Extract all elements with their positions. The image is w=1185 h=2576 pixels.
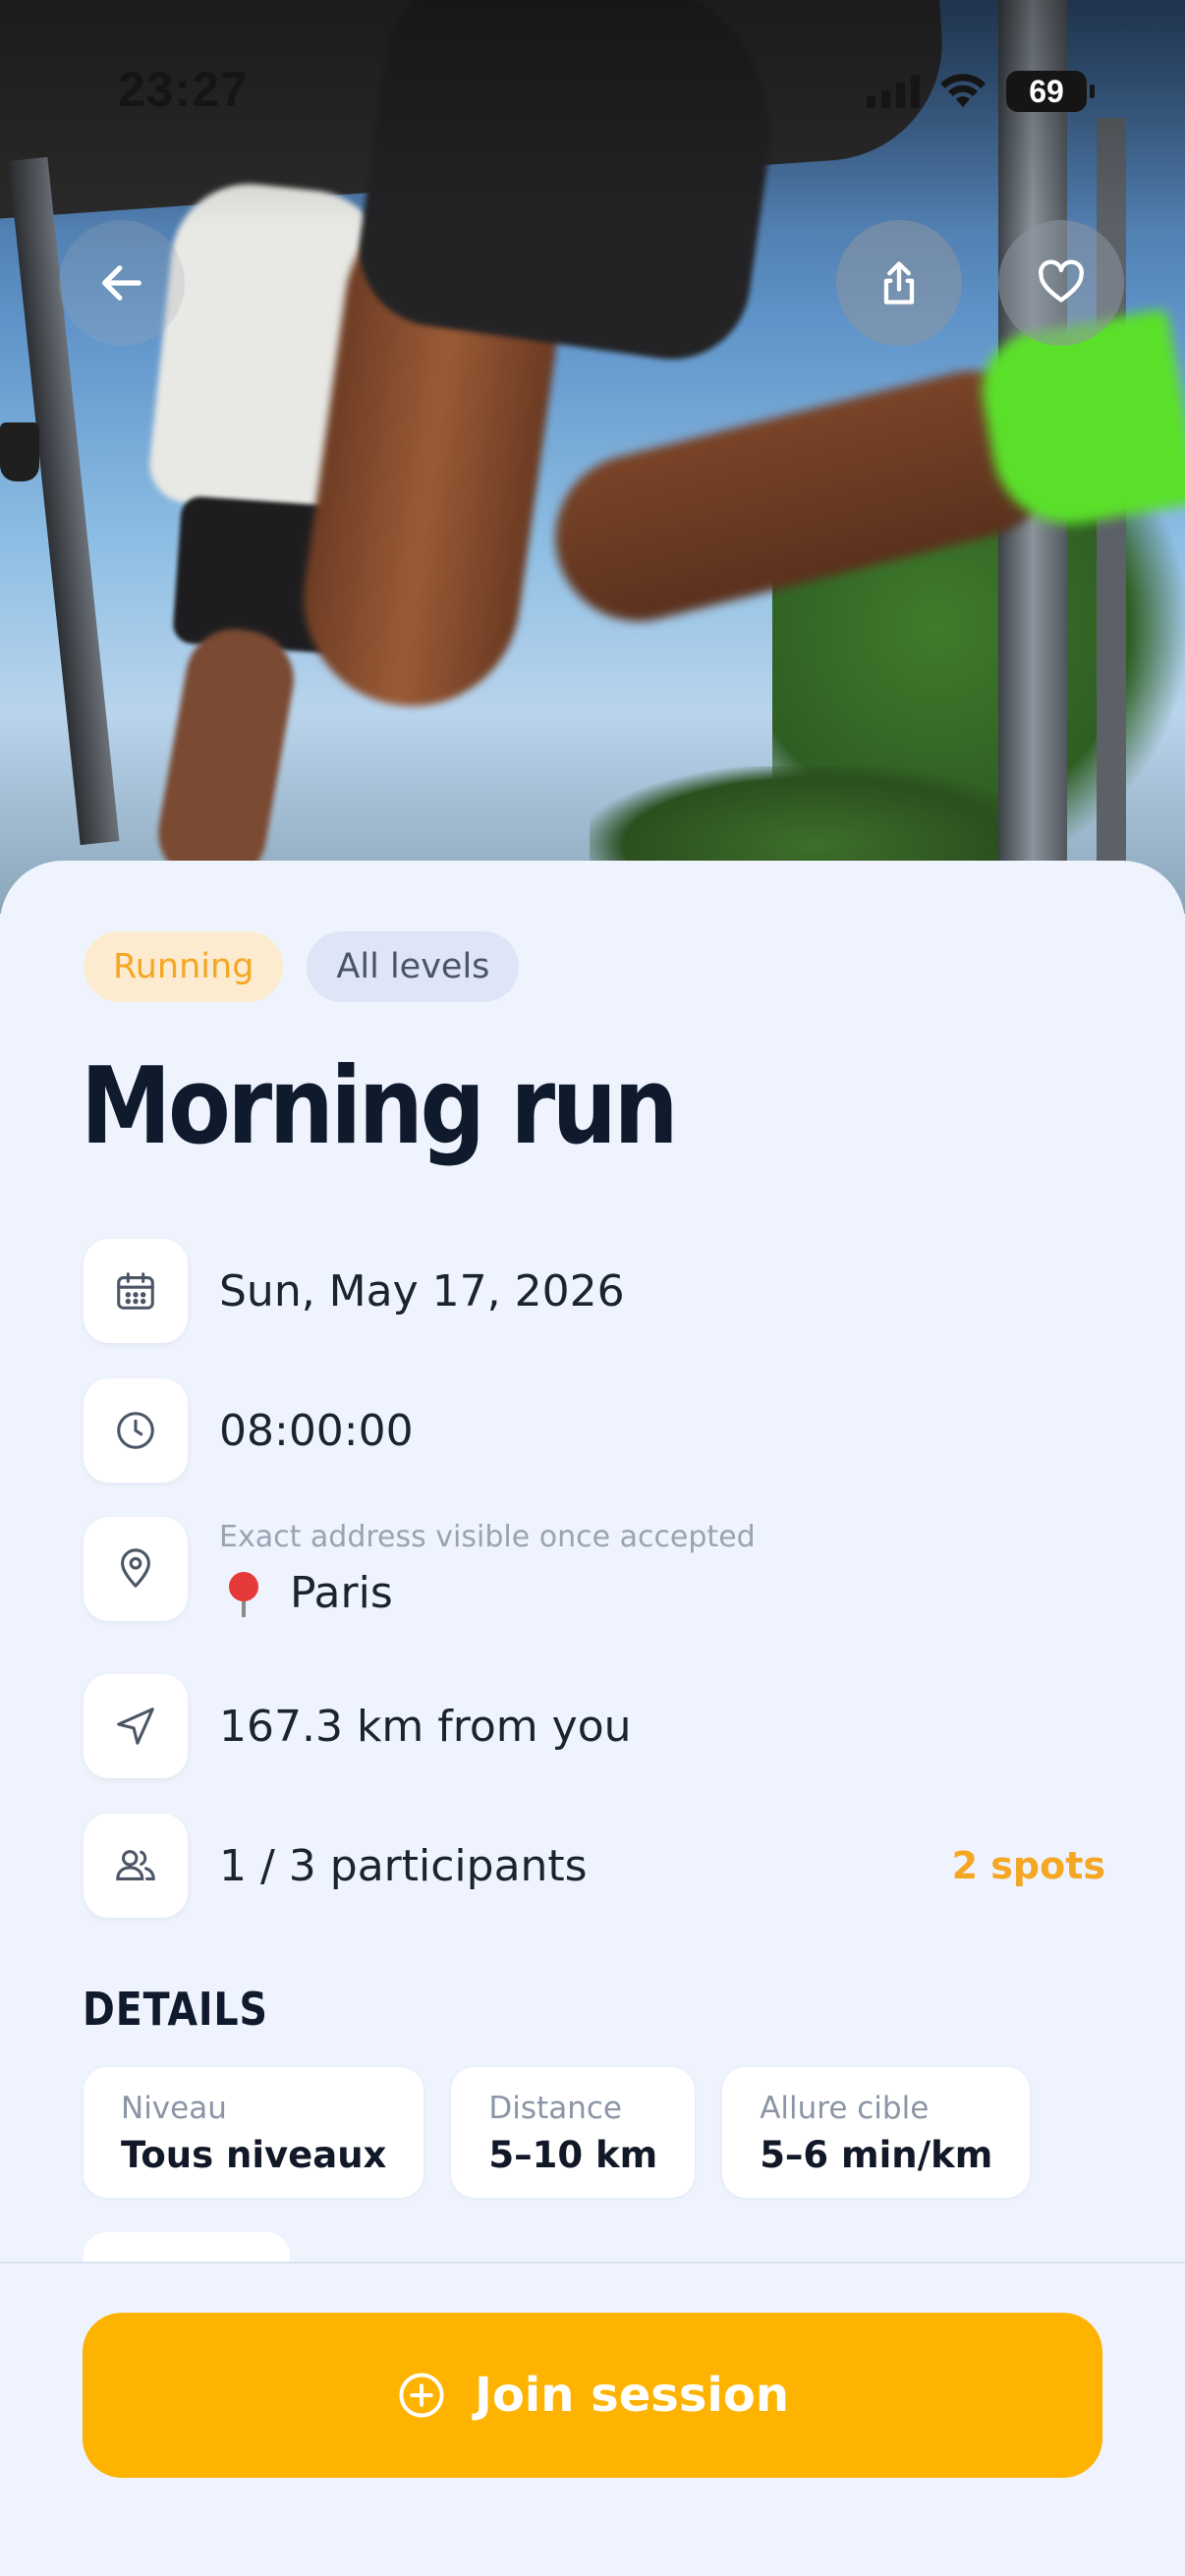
distance-row: 167.3 km from you bbox=[84, 1674, 1105, 1778]
details-cards: Niveau Tous niveaux Distance 5–10 km All… bbox=[84, 2067, 1031, 2198]
detail-card-value: 5–6 min/km bbox=[760, 2134, 993, 2176]
level-tag: All levels bbox=[307, 931, 520, 1002]
participants-text: 1 / 3 participants bbox=[219, 1840, 588, 1891]
cellular-signal-icon bbox=[867, 75, 920, 108]
hero-photo bbox=[0, 0, 1185, 914]
session-date: Sun, May 17, 2026 bbox=[219, 1265, 625, 1316]
detail-card-label: Allure cible bbox=[760, 2091, 930, 2126]
location-city: Paris bbox=[290, 1568, 393, 1618]
time-row: 08:00:00 bbox=[84, 1378, 1105, 1483]
distance-text: 167.3 km from you bbox=[219, 1701, 632, 1752]
navigation-arrow-icon bbox=[117, 1708, 154, 1745]
location-row: Exact address visible once accepted Pari… bbox=[84, 1517, 1105, 1621]
heart-icon bbox=[1039, 259, 1084, 303]
battery-level: 69 bbox=[1029, 73, 1064, 109]
pushpin-icon bbox=[229, 1571, 258, 1617]
spots-badge: 2 spots bbox=[951, 1844, 1105, 1887]
detail-card-level: Niveau Tous niveaux bbox=[84, 2067, 424, 2198]
location-icon-box bbox=[84, 1517, 188, 1621]
arrow-left-icon bbox=[102, 265, 141, 301]
status-time: 23:27 bbox=[118, 62, 249, 117]
detail-card-value: Tous niveaux bbox=[121, 2134, 387, 2176]
location-text: Exact address visible once accepted Pari… bbox=[219, 1520, 756, 1618]
bottom-action-bar: Join session bbox=[0, 2262, 1185, 2576]
favorite-button[interactable] bbox=[998, 220, 1124, 346]
session-title: Morning run bbox=[81, 1045, 679, 1168]
calendar-icon-box bbox=[84, 1239, 188, 1343]
participants-row: 1 / 3 participants 2 spots bbox=[84, 1814, 1105, 1918]
session-details-sheet: Running All levels Morning run Sun, May … bbox=[0, 861, 1185, 2291]
detail-card-label: Distance bbox=[488, 2091, 622, 2126]
session-time: 08:00:00 bbox=[219, 1405, 414, 1456]
status-icons: 69 bbox=[867, 71, 1095, 112]
share-icon bbox=[883, 261, 915, 305]
share-button[interactable] bbox=[836, 220, 962, 346]
date-row: Sun, May 17, 2026 bbox=[84, 1239, 1105, 1343]
join-session-label: Join session bbox=[474, 2368, 790, 2423]
detail-card-value: 5–10 km bbox=[488, 2134, 658, 2176]
users-icon-box bbox=[84, 1814, 188, 1918]
join-session-button[interactable]: Join session bbox=[83, 2313, 1102, 2478]
tag-list: Running All levels bbox=[84, 931, 520, 1002]
users-icon bbox=[116, 1850, 155, 1880]
navigation-icon-box bbox=[84, 1674, 188, 1778]
clock-icon-box bbox=[84, 1378, 188, 1483]
wifi-icon bbox=[940, 74, 986, 107]
battery-icon: 69 bbox=[1006, 71, 1095, 112]
map-pin-icon bbox=[121, 1548, 150, 1588]
details-heading: DETAILS bbox=[83, 1983, 268, 2036]
plus-circle-icon bbox=[399, 2373, 444, 2418]
back-button[interactable] bbox=[59, 220, 185, 346]
detail-card-distance: Distance 5–10 km bbox=[451, 2067, 696, 2198]
detail-card-pace: Allure cible 5–6 min/km bbox=[722, 2067, 1031, 2198]
sport-tag: Running bbox=[84, 931, 284, 1002]
address-note: Exact address visible once accepted bbox=[219, 1520, 756, 1554]
calendar-icon bbox=[117, 1272, 154, 1310]
clock-icon bbox=[117, 1412, 154, 1449]
detail-card-label: Niveau bbox=[121, 2091, 227, 2126]
